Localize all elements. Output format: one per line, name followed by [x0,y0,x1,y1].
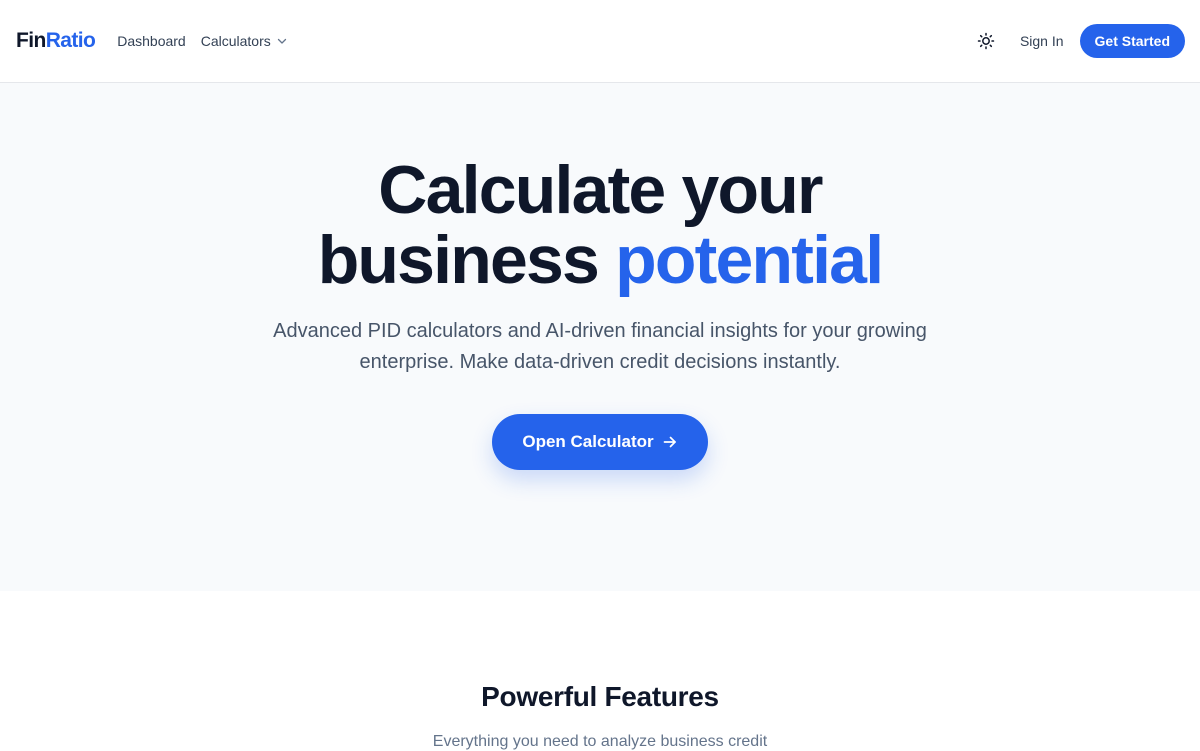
top-navbar: Fin Ratio Dashboard Calculators Sign In … [0,0,1200,83]
main-nav: Dashboard Calculators [117,33,288,49]
hero-subtitle: Advanced PID calculators and AI-driven f… [0,316,1200,378]
hero-title: Calculate your business potential [0,155,1200,295]
theme-toggle-button[interactable] [976,31,996,51]
hero-title-line2-plain: business [317,222,616,298]
hero-section: Calculate your business potential Advanc… [0,83,1200,591]
brand-logo[interactable]: Fin Ratio [16,29,96,53]
open-calculator-label: Open Calculator [522,432,654,451]
hero-title-accent: potential [615,222,884,298]
chevron-down-icon [276,35,288,47]
brand-name-part1: Fin [16,29,46,52]
hero-subtitle-line2: enterprise. Make data-driven credit deci… [359,351,841,373]
features-section: Powerful Features Everything you need to… [0,591,1200,750]
brand-name-part2: Ratio [45,29,96,52]
arrow-right-icon [662,434,678,450]
nav-link-dashboard[interactable]: Dashboard [117,33,186,49]
nav-dropdown-calculators[interactable]: Calculators [201,33,288,49]
hero-title-line1: Calculate your [378,152,823,228]
hero-subtitle-line1: Advanced PID calculators and AI-driven f… [273,320,927,342]
nav-link-dashboard-label: Dashboard [117,33,186,49]
sign-in-link[interactable]: Sign In [1020,33,1064,49]
nav-dropdown-calculators-label: Calculators [200,33,271,49]
sun-icon [977,32,995,50]
features-title: Powerful Features [481,681,719,712]
open-calculator-button[interactable]: Open Calculator [492,414,708,470]
get-started-button[interactable]: Get Started [1079,24,1185,58]
features-subtitle: Everything you need to analyze business … [432,733,768,750]
header-actions: Sign In Get Started [976,24,1185,58]
